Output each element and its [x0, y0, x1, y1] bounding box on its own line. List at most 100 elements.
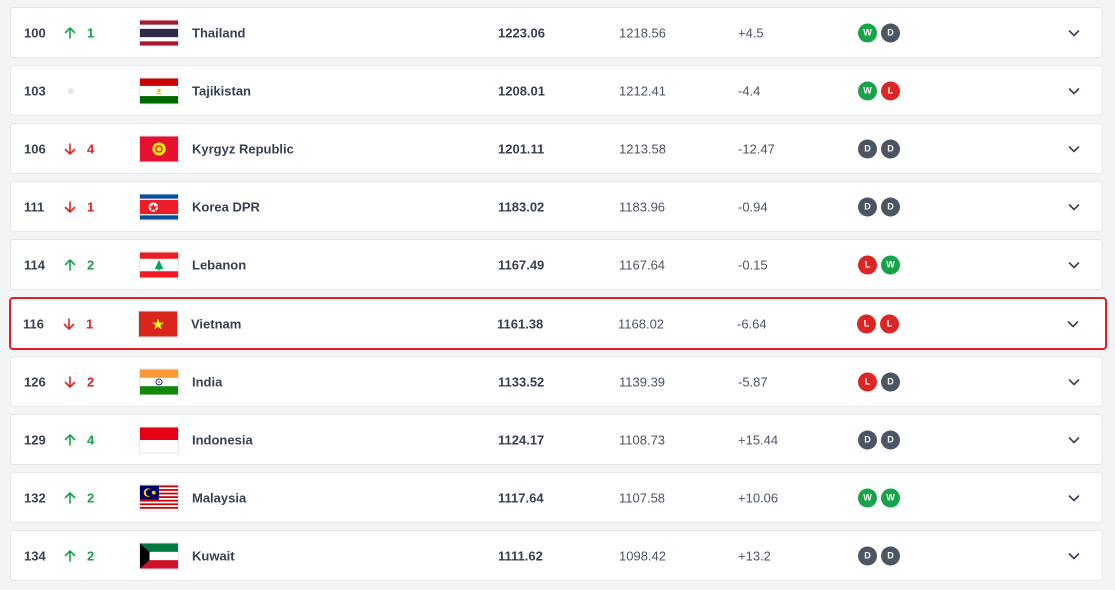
chevron-down-icon[interactable]	[1066, 25, 1082, 41]
arrow-up-icon	[63, 433, 77, 447]
ranking-row-highlighted[interactable]: 116 1 Vietnam 1161.38 1168.02 -6.64 L L	[9, 297, 1107, 350]
total-points: 1161.38	[497, 316, 544, 331]
ranking-row[interactable]: 129 4 Indonesia 1124.17 1108.73 +15.44 D…	[10, 414, 1103, 465]
recent-form: W L	[858, 81, 900, 100]
arrow-down-icon	[63, 200, 77, 214]
ranking-row[interactable]: 126 2 India 1133.52 1139.39 -5.87 L D	[10, 356, 1103, 407]
total-points: 1124.17	[498, 432, 545, 447]
ranking-row[interactable]: 103 Tajikistan 1208.01 1212.41 -4.4 W L	[10, 65, 1103, 116]
ranking-row[interactable]: 100 1 Thailand 1223.06 1218.56 +4.5 W D	[10, 7, 1103, 58]
chevron-down-icon[interactable]	[1065, 316, 1081, 332]
form-badge: D	[858, 430, 877, 449]
recent-form: L L	[857, 314, 899, 333]
points-difference: +4.5	[738, 25, 764, 40]
rank-number: 114	[24, 257, 45, 272]
points-difference: +13.2	[738, 548, 771, 563]
country-name[interactable]: Kyrgyz Republic	[192, 141, 294, 156]
country-name[interactable]: Kuwait	[192, 548, 235, 563]
chevron-down-icon[interactable]	[1066, 490, 1082, 506]
form-badge: L	[857, 314, 876, 333]
form-badge: D	[881, 372, 900, 391]
country-name[interactable]: Tajikistan	[192, 83, 251, 98]
rank-number: 132	[24, 490, 46, 505]
vietnam-flag	[138, 310, 178, 337]
country-name[interactable]: Indonesia	[192, 432, 253, 447]
previous-points: 1167.64	[619, 257, 666, 272]
chevron-down-icon[interactable]	[1066, 83, 1082, 99]
lebanon-flag	[139, 251, 179, 278]
previous-points: 1107.58	[619, 490, 666, 505]
country-name[interactable]: Thailand	[192, 25, 245, 40]
recent-form: W W	[858, 488, 900, 507]
rank-number: 103	[24, 83, 46, 98]
form-badge: L	[880, 314, 899, 333]
points-difference: -0.15	[738, 257, 768, 272]
country-name[interactable]: Korea DPR	[192, 199, 260, 214]
form-badge: D	[881, 23, 900, 42]
form-badge: D	[881, 139, 900, 158]
arrow-down-icon	[63, 142, 77, 156]
recent-form: D D	[858, 139, 900, 158]
previous-points: 1218.56	[619, 25, 666, 40]
ranking-row[interactable]: 134 2 Kuwait 1111.62 1098.42 +13.2 D D	[10, 530, 1103, 581]
recent-form: W D	[858, 23, 900, 42]
chevron-down-icon[interactable]	[1066, 548, 1082, 564]
rank-number: 129	[24, 432, 46, 447]
recent-form: D D	[858, 197, 900, 216]
points-difference: -6.64	[737, 316, 767, 331]
country-name[interactable]: Vietnam	[191, 316, 241, 331]
ranking-row[interactable]: 111 1 Korea DPR 1183.02 1183.96 -0.94 D …	[10, 181, 1103, 232]
country-name[interactable]: Malaysia	[192, 490, 246, 505]
rank-change: 2	[87, 257, 95, 272]
rank-change: 1	[86, 316, 94, 331]
chevron-down-icon[interactable]	[1066, 432, 1082, 448]
previous-points: 1183.96	[619, 199, 666, 214]
chevron-down-icon[interactable]	[1066, 257, 1082, 273]
rank-number: 126	[24, 374, 46, 389]
kyrgyz-republic-flag	[139, 135, 179, 162]
rank-change: 4	[87, 141, 95, 156]
arrow-down-icon	[62, 317, 76, 331]
points-difference: +15.44	[738, 432, 779, 447]
form-badge: D	[881, 430, 900, 449]
recent-form: L D	[858, 372, 900, 391]
korea-dpr-flag	[139, 193, 179, 220]
form-badge: D	[881, 546, 900, 565]
country-name[interactable]: Lebanon	[192, 257, 246, 272]
total-points: 1167.49	[498, 257, 545, 272]
form-badge: D	[858, 546, 877, 565]
points-difference: -5.87	[738, 374, 768, 389]
rank-number: 116	[23, 316, 44, 331]
no-change-icon	[68, 87, 74, 94]
ranking-row[interactable]: 114 2 Lebanon 1167.49 1167.64 -0.15 L W	[10, 239, 1103, 290]
chevron-down-icon[interactable]	[1066, 141, 1082, 157]
previous-points: 1098.42	[619, 548, 666, 563]
chevron-down-icon[interactable]	[1066, 199, 1082, 215]
rank-number: 111	[24, 199, 45, 214]
country-name[interactable]: India	[192, 374, 222, 389]
ranking-row[interactable]: 132 2 Malaysia 1117.64 1107.58 +10.06 W …	[10, 472, 1103, 523]
form-badge: D	[858, 139, 877, 158]
arrow-up-icon	[63, 491, 77, 505]
form-badge: W	[858, 81, 877, 100]
form-badge: D	[858, 197, 877, 216]
chevron-down-icon[interactable]	[1066, 374, 1082, 390]
points-difference: +10.06	[738, 490, 779, 505]
form-badge: W	[858, 23, 877, 42]
rank-change: 2	[87, 548, 95, 563]
form-badge: L	[858, 255, 877, 274]
form-badge: L	[881, 81, 900, 100]
form-badge: D	[881, 197, 900, 216]
ranking-row[interactable]: 106 4 Kyrgyz Republic 1201.11 1213.58 -1…	[10, 123, 1103, 174]
previous-points: 1213.58	[619, 141, 666, 156]
arrow-down-icon	[63, 375, 77, 389]
thailand-flag	[139, 19, 179, 46]
rank-number: 106	[24, 141, 46, 156]
total-points: 1117.64	[498, 490, 544, 505]
previous-points: 1212.41	[619, 83, 666, 98]
rank-change: 1	[87, 199, 95, 214]
previous-points: 1108.73	[619, 432, 666, 447]
rank-change: 4	[87, 432, 95, 447]
recent-form: D D	[858, 546, 900, 565]
total-points: 1223.06	[498, 25, 545, 40]
